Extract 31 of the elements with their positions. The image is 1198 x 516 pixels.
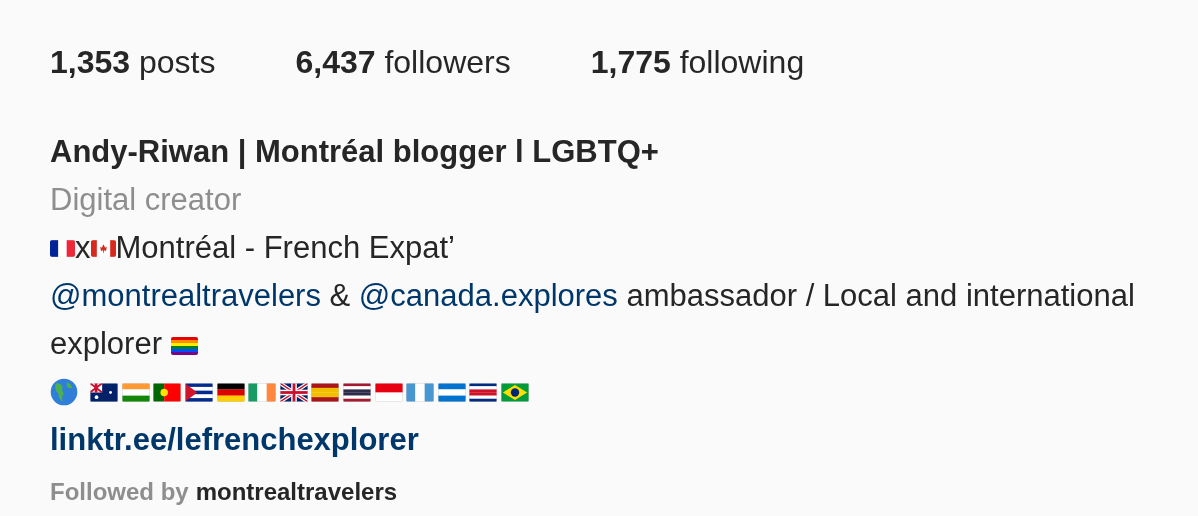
flag-icon <box>437 382 466 402</box>
profile-category: Digital creator <box>50 181 243 219</box>
flag-icon <box>121 382 150 402</box>
flag-icon <box>153 382 182 402</box>
joiner-text: x <box>75 230 91 266</box>
mention-link[interactable]: @montrealtravelers <box>50 278 321 313</box>
website-link[interactable]: linktr.ee/lefrenchexplorer <box>50 416 419 464</box>
flag-icon <box>311 382 340 402</box>
flag-icon <box>216 382 245 402</box>
stat-count[interactable]: 1,775 following <box>590 43 805 81</box>
flag-icon <box>184 382 213 402</box>
flag-icon <box>248 382 277 402</box>
flag-icon <box>90 239 116 257</box>
globe-icon <box>50 378 78 406</box>
flag-icon <box>374 382 403 402</box>
origin-text: Montréal - French Expat’ <box>115 230 455 266</box>
stat-count[interactable]: 1,353 posts <box>50 43 216 81</box>
follower-link[interactable]: montrealtravelers <box>195 478 398 506</box>
flag-icon <box>279 382 308 402</box>
mention-link[interactable]: @canada.explores <box>358 278 618 313</box>
flag-icon <box>342 382 371 402</box>
followed-by-label: Followed by <box>50 478 189 506</box>
bio-text: @montrealtravelers & @canada.explores ambassador / Local and international explorer <box>50 277 1136 363</box>
flag-icon <box>500 382 529 402</box>
flag-icon <box>406 382 435 402</box>
profile-name: Andy-Riwan | Montréal blogger l LGBTQ+ <box>50 133 660 171</box>
rainbow-flag-icon <box>170 337 198 355</box>
flag-icon <box>90 382 119 402</box>
flag-icon <box>469 382 498 402</box>
flag-icon <box>50 239 75 257</box>
stat-count[interactable]: 6,437 followers <box>295 43 511 81</box>
